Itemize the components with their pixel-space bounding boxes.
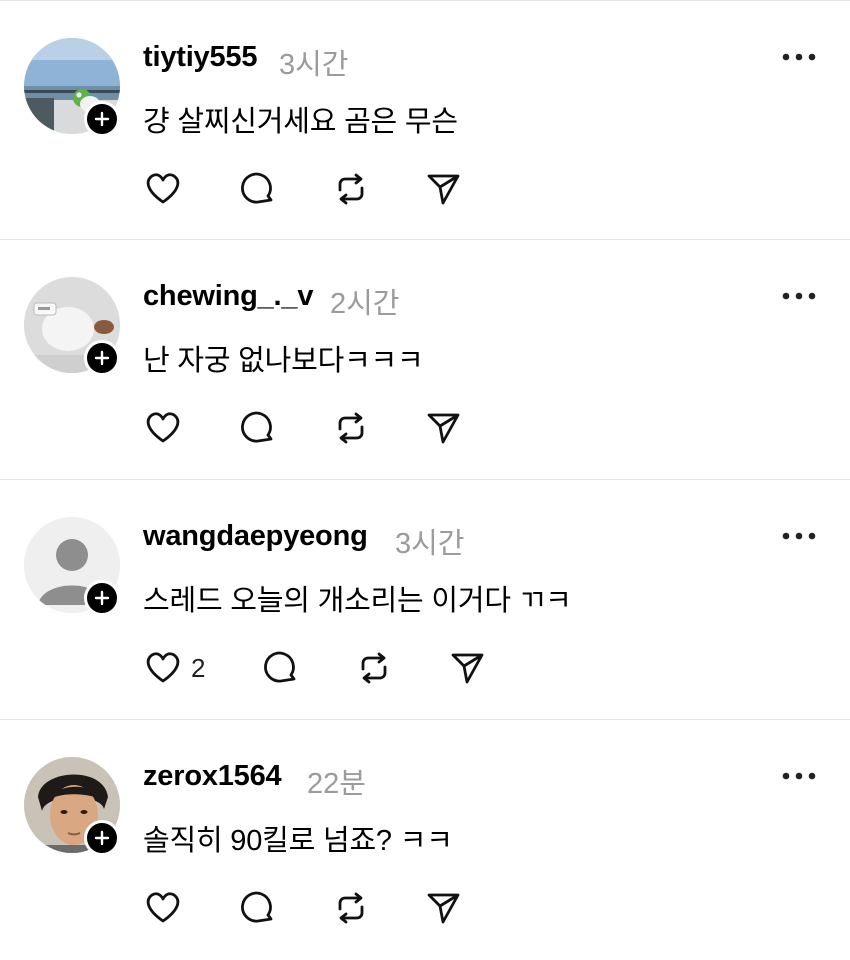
follow-button[interactable] bbox=[84, 820, 120, 856]
share-button[interactable] bbox=[423, 885, 463, 931]
heart-icon bbox=[146, 173, 180, 204]
more-horizontal-icon bbox=[782, 772, 816, 780]
more-options-button[interactable] bbox=[781, 286, 817, 306]
more-horizontal-icon bbox=[782, 292, 816, 300]
repost-button[interactable] bbox=[331, 885, 371, 931]
follow-button[interactable] bbox=[84, 101, 120, 137]
reply-button[interactable] bbox=[261, 645, 301, 691]
username[interactable]: chewing_._v bbox=[143, 280, 313, 313]
plus-icon bbox=[94, 590, 110, 606]
send-icon bbox=[451, 653, 484, 684]
comment-icon bbox=[241, 891, 273, 923]
comment-feed: tiytiy555 3시간 걍 살찌신거세요 곰은 무슨 chewing_._v… bbox=[0, 0, 850, 960]
share-button[interactable] bbox=[423, 405, 463, 451]
repost-button[interactable] bbox=[331, 405, 371, 451]
send-icon bbox=[427, 413, 460, 444]
like-count: 2 bbox=[191, 653, 206, 683]
comment-text: 솔직히 90킬로 넘죠? ㅋㅋ bbox=[143, 825, 453, 857]
comment-text: 걍 살찌신거세요 곰은 무슨 bbox=[143, 106, 458, 138]
comment-post: wangdaepyeong 3시간 스레드 오늘의 개소리는 이거다 ㄲㅋ 2 bbox=[0, 480, 850, 720]
post-time: 3시간 bbox=[395, 528, 465, 560]
like-button[interactable] bbox=[143, 166, 183, 212]
action-bar bbox=[143, 166, 563, 216]
more-horizontal-icon bbox=[782, 532, 816, 540]
heart-icon bbox=[146, 412, 180, 443]
send-icon bbox=[427, 893, 460, 924]
comment-icon bbox=[241, 172, 273, 204]
username[interactable]: wangdaepyeong bbox=[143, 520, 368, 553]
repost-icon bbox=[338, 412, 364, 444]
more-options-button[interactable] bbox=[781, 526, 817, 546]
plus-icon bbox=[94, 111, 110, 127]
action-bar bbox=[143, 885, 563, 935]
comment-icon bbox=[241, 411, 273, 443]
heart-icon bbox=[146, 652, 180, 683]
post-time: 22분 bbox=[307, 768, 366, 800]
like-button[interactable] bbox=[143, 645, 183, 691]
post-time: 2시간 bbox=[330, 288, 400, 320]
repost-icon bbox=[338, 892, 364, 924]
follow-button[interactable] bbox=[84, 580, 120, 616]
action-bar bbox=[143, 405, 563, 455]
heart-icon bbox=[146, 892, 180, 923]
send-icon bbox=[427, 174, 460, 205]
post-time: 3시간 bbox=[279, 49, 349, 81]
username[interactable]: tiytiy555 bbox=[143, 41, 257, 74]
more-options-button[interactable] bbox=[781, 47, 817, 67]
action-bar: 2 bbox=[143, 645, 563, 695]
repost-icon bbox=[361, 652, 387, 684]
repost-button[interactable] bbox=[354, 645, 394, 691]
share-button[interactable] bbox=[423, 166, 463, 212]
share-button[interactable] bbox=[447, 645, 487, 691]
username[interactable]: zerox1564 bbox=[143, 760, 282, 793]
like-button[interactable] bbox=[143, 885, 183, 931]
plus-icon bbox=[94, 350, 110, 366]
repost-button[interactable] bbox=[331, 166, 371, 212]
comment-post: tiytiy555 3시간 걍 살찌신거세요 곰은 무슨 bbox=[0, 0, 850, 240]
like-button[interactable] bbox=[143, 405, 183, 451]
reply-button[interactable] bbox=[238, 166, 278, 212]
comment-text: 난 자궁 없나보다ㅋㅋㅋ bbox=[143, 345, 424, 377]
more-horizontal-icon bbox=[782, 53, 816, 61]
follow-button[interactable] bbox=[84, 340, 120, 376]
comment-text: 스레드 오늘의 개소리는 이거다 ㄲㅋ bbox=[143, 585, 572, 617]
plus-icon bbox=[94, 830, 110, 846]
comment-post: zerox1564 22분 솔직히 90킬로 넘죠? ㅋㅋ bbox=[0, 720, 850, 960]
more-options-button[interactable] bbox=[781, 766, 817, 786]
comment-post: chewing_._v 2시간 난 자궁 없나보다ㅋㅋㅋ bbox=[0, 240, 850, 480]
reply-button[interactable] bbox=[238, 885, 278, 931]
repost-icon bbox=[338, 173, 364, 205]
comment-icon bbox=[264, 651, 296, 683]
reply-button[interactable] bbox=[238, 405, 278, 451]
